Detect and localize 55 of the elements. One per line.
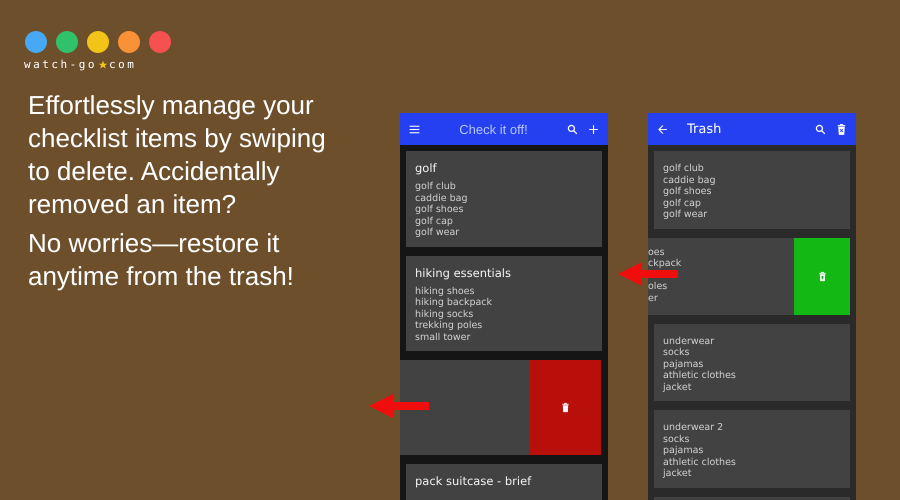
card-line: socks: [663, 434, 690, 445]
logo-text: watch-go: [24, 58, 97, 71]
card-line: hiking socks: [415, 308, 474, 320]
card-line: pajamas: [663, 445, 704, 456]
app-title: Check it off!: [458, 122, 529, 136]
card-line: golf cap: [415, 216, 454, 227]
card-line: small tower: [415, 332, 472, 343]
card-line: golf shoes: [663, 186, 712, 198]
card-line: jacket: [663, 382, 692, 393]
note-card[interactable]: pack suitcase - brief: [406, 464, 602, 500]
card-line: underwear 2: [663, 422, 724, 434]
star-icon: [98, 60, 108, 70]
headline-text: No worries—restore it anytime from the trash!: [28, 227, 295, 293]
card-title: pack suitcase - brief: [415, 474, 532, 488]
card-line: athletic clothes: [663, 456, 737, 468]
card-line: athletic clothes: [663, 370, 737, 382]
card-line: caddie bag: [415, 192, 468, 204]
trash-can-icon: [560, 402, 571, 413]
card-line: hiking backpack: [415, 297, 494, 308]
trash-can-icon[interactable]: [835, 122, 848, 136]
card-line: oles: [648, 281, 668, 292]
logo-text: com: [108, 58, 136, 71]
card-line: hiking shoes: [415, 286, 476, 297]
card-line: caddie bag: [663, 174, 716, 186]
swiped-card[interactable]: oes ckpack oles er: [648, 238, 794, 314]
back-arrow-icon[interactable]: [656, 122, 669, 136]
note-card[interactable]: underwear socks pajamas athletic clothes jacket: [654, 324, 850, 401]
card-line: golf club: [663, 163, 705, 174]
card-title: hiking essentials: [415, 266, 512, 280]
card-line: socks: [663, 347, 690, 358]
card-title: golf: [415, 161, 438, 175]
headline-text: Effortlessly manage your checklist items by swiping to delete. Accidentally removed an item?: [28, 89, 327, 221]
note-card[interactable]: golf club caddie bag golf shoes golf cap golf wear: [654, 151, 850, 228]
restore-icon: [816, 270, 828, 282]
menu-icon[interactable]: [408, 122, 421, 136]
search-icon[interactable]: [566, 122, 579, 136]
note-card[interactable]: golf golf club caddie bag golf shoes golf cap golf wear: [406, 151, 602, 246]
card-line: golf cap: [663, 198, 702, 209]
app-title: Trash: [686, 122, 722, 136]
card-line: er: [648, 292, 659, 304]
plus-icon[interactable]: [587, 122, 600, 136]
card-line: golf shoes: [415, 204, 464, 216]
card-line: trekking poles: [415, 320, 484, 332]
card-line: golf wear: [415, 227, 460, 238]
card-line: golf wear: [663, 209, 708, 220]
swipe-arrow: [369, 394, 429, 418]
card-line: jacket: [663, 468, 692, 480]
card-line: oes: [648, 246, 666, 258]
card-line: golf club: [415, 181, 457, 192]
card-line: pajamas: [663, 358, 704, 370]
note-card[interactable]: hiking essentials hiking shoes hiking backpack hiking socks trekking poles small tower: [406, 256, 602, 351]
card-line: underwear: [663, 336, 716, 347]
note-card[interactable]: underwear 2 socks pajamas athletic clothes jacket: [654, 410, 850, 488]
card-line: ckpack: [648, 258, 682, 270]
search-icon[interactable]: [814, 122, 827, 136]
